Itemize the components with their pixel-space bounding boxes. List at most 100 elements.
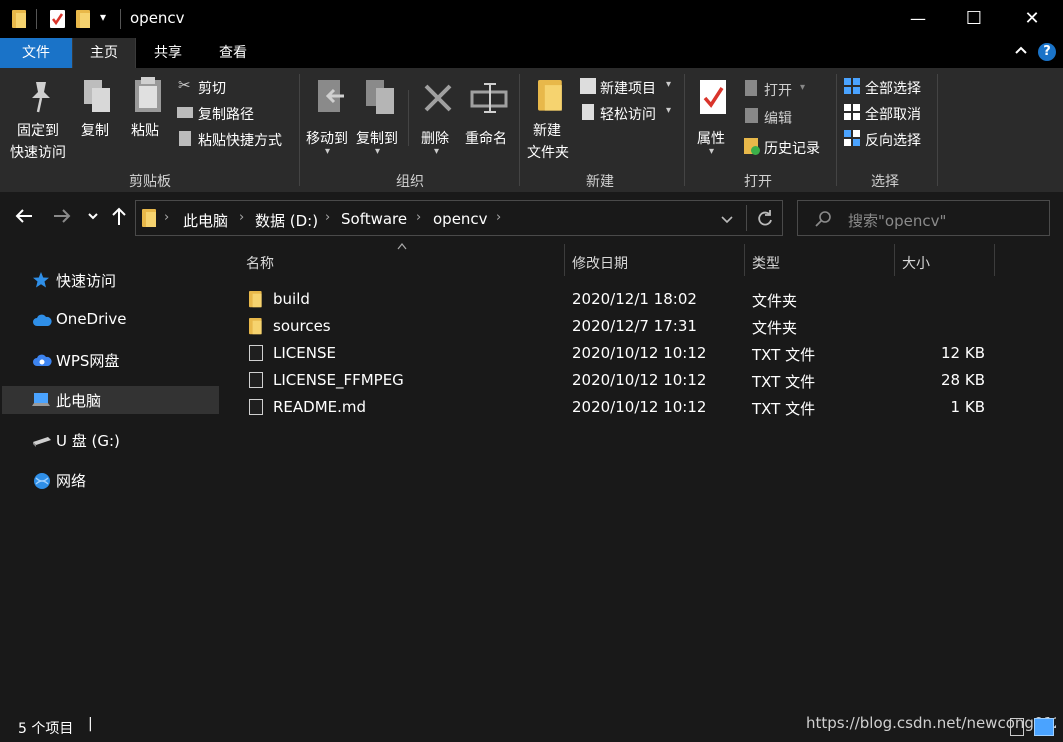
minimize-button[interactable]: —: [889, 0, 947, 38]
copy-to-icon: [366, 80, 394, 114]
paste-shortcut-button[interactable]: 粘贴快捷方式: [176, 128, 296, 150]
back-arrow-icon[interactable]: [14, 206, 34, 230]
column-header-size[interactable]: 大小: [902, 253, 930, 273]
sidebar-item-usb-drive[interactable]: U 盘 (G:): [2, 426, 219, 454]
column-divider[interactable]: [994, 244, 995, 276]
edit-button[interactable]: 编辑: [742, 106, 822, 128]
select-none-button[interactable]: 全部取消: [843, 102, 935, 124]
open-button[interactable]: 打开 ▾: [742, 78, 822, 100]
copy-path-button[interactable]: 复制路径: [176, 102, 286, 124]
properties-dropdown-icon: ▾: [709, 146, 715, 157]
breadcrumb-chevron-icon[interactable]: ›: [496, 210, 501, 225]
column-header-modified[interactable]: 修改日期: [572, 253, 628, 273]
column-divider[interactable]: [894, 244, 895, 276]
file-modified: 2020/10/12 10:12: [572, 344, 707, 362]
history-button[interactable]: 历史记录: [742, 136, 832, 158]
collapse-ribbon-icon[interactable]: [1014, 43, 1028, 61]
select-all-button[interactable]: 全部选择: [843, 76, 935, 98]
edit-label: 编辑: [764, 111, 792, 127]
breadcrumb-opencv[interactable]: opencv: [433, 210, 488, 228]
rename-button[interactable]: 重命名: [464, 74, 514, 147]
file-modified: 2020/12/1 18:02: [572, 290, 697, 308]
table-row[interactable]: build 2020/12/1 18:02 文件夹: [245, 286, 1005, 312]
address-bar[interactable]: › 此电脑 › 数据 (D:) › Software › opencv ›: [135, 200, 783, 236]
column-header-type[interactable]: 类型: [752, 253, 780, 273]
sidebar-item-network[interactable]: 网络: [2, 466, 219, 494]
invert-selection-button[interactable]: 反向选择: [843, 128, 935, 150]
delete-x-icon: [424, 84, 452, 112]
breadcrumb-chevron-icon[interactable]: ›: [416, 210, 421, 225]
new-item-icon: [580, 78, 596, 94]
tab-share[interactable]: 共享: [138, 38, 198, 68]
properties-check-icon[interactable]: [50, 10, 65, 28]
refresh-icon[interactable]: [756, 209, 774, 231]
copy-to-dropdown-icon: ▾: [375, 146, 381, 157]
details-view-icon[interactable]: [1010, 718, 1024, 736]
up-arrow-icon[interactable]: [110, 206, 128, 230]
search-box[interactable]: 搜索"opencv": [797, 200, 1050, 236]
easy-access-button[interactable]: 轻松访问 ▾: [578, 102, 678, 124]
column-divider[interactable]: [564, 244, 565, 276]
quick-access-dropdown-icon[interactable]: ▾: [100, 10, 106, 24]
breadcrumb-this-pc[interactable]: 此电脑: [183, 210, 228, 231]
sidebar-item-onedrive[interactable]: OneDrive: [2, 306, 219, 334]
select-none-label: 全部取消: [865, 107, 921, 123]
tab-home[interactable]: 主页: [72, 38, 136, 68]
maximize-button[interactable]: ☐: [945, 0, 1003, 38]
column-header-name[interactable]: 名称: [246, 253, 274, 273]
copy-path-icon: [177, 107, 193, 118]
copy-to-label: 复制到: [356, 131, 398, 147]
group-label-new: 新建: [586, 174, 614, 190]
properties-button[interactable]: 属性 ▾: [692, 74, 734, 158]
recent-locations-chevron-icon[interactable]: [86, 209, 100, 227]
search-input[interactable]: 搜索"opencv": [848, 210, 946, 231]
breadcrumb-chevron-icon[interactable]: ›: [325, 210, 330, 225]
open-label: 打开: [764, 83, 792, 99]
breadcrumb-chevron-icon[interactable]: ›: [239, 210, 244, 225]
new-item-button[interactable]: 新建项目 ▾: [578, 76, 678, 98]
sidebar-item-quick-access[interactable]: 快速访问: [2, 266, 219, 294]
copy-to-button[interactable]: 复制到 ▾: [356, 74, 404, 158]
close-button[interactable]: ✕: [1003, 0, 1061, 38]
copy-button[interactable]: 复制: [78, 74, 118, 144]
forward-arrow-icon[interactable]: [52, 206, 72, 230]
help-icon[interactable]: ?: [1038, 43, 1056, 61]
ribbon: 固定到 快速访问 复制 粘贴 ✂ 剪切 复制路径 粘贴快捷方式 剪贴板 移动到 …: [0, 68, 1063, 193]
address-history-dropdown-icon[interactable]: [720, 212, 734, 230]
group-divider: [519, 74, 520, 186]
ribbon-tabs: 文件 主页 共享 查看 ?: [0, 38, 1063, 68]
file-size: 1 KB: [950, 398, 985, 416]
delete-button[interactable]: 删除 ▾: [418, 74, 458, 158]
tab-file[interactable]: 文件: [0, 38, 72, 68]
table-row[interactable]: README.md 2020/10/12 10:12 TXT 文件 1 KB: [245, 394, 1005, 420]
file-modified: 2020/10/12 10:12: [572, 398, 707, 416]
network-icon: [32, 472, 50, 489]
column-divider[interactable]: [744, 244, 745, 276]
move-to-button[interactable]: 移动到 ▾: [306, 74, 354, 158]
group-divider: [299, 74, 300, 186]
breadcrumb-data-drive[interactable]: 数据 (D:): [255, 210, 318, 231]
navigation-pane: 快速访问 OneDrive WPS网盘 此电脑 U 盘 (G:) 网络: [0, 244, 221, 712]
tab-view[interactable]: 查看: [202, 38, 264, 68]
table-row[interactable]: LICENSE_FFMPEG 2020/10/12 10:12 TXT 文件 2…: [245, 367, 1005, 393]
sidebar-item-label: 快速访问: [56, 272, 117, 290]
cut-button[interactable]: ✂ 剪切: [176, 76, 276, 98]
table-row[interactable]: sources 2020/12/7 17:31 文件夹: [245, 313, 1005, 339]
divider: [36, 9, 37, 29]
sidebar-item-this-pc[interactable]: 此电脑: [2, 386, 219, 414]
paste-button[interactable]: 粘贴: [128, 74, 168, 144]
large-icons-view-icon[interactable]: [1034, 718, 1054, 736]
breadcrumb-software[interactable]: Software: [341, 210, 407, 228]
copy-path-label: 复制路径: [198, 107, 254, 123]
pin-icon: [32, 82, 50, 113]
new-folder-button[interactable]: 新建 文件夹: [524, 74, 576, 164]
file-modified: 2020/12/7 17:31: [572, 317, 697, 335]
easy-access-icon: [582, 104, 594, 120]
table-row[interactable]: LICENSE 2020/10/12 10:12 TXT 文件 12 KB: [245, 340, 1005, 366]
paste-shortcut-label: 粘贴快捷方式: [198, 133, 282, 149]
pin-to-quick-access-button[interactable]: 固定到 快速访问: [10, 74, 72, 166]
select-all-label: 全部选择: [865, 81, 921, 97]
new-item-label: 新建项目: [600, 81, 656, 97]
breadcrumb-chevron-icon[interactable]: ›: [164, 210, 169, 225]
sidebar-item-wps-drive[interactable]: WPS网盘: [2, 346, 219, 374]
